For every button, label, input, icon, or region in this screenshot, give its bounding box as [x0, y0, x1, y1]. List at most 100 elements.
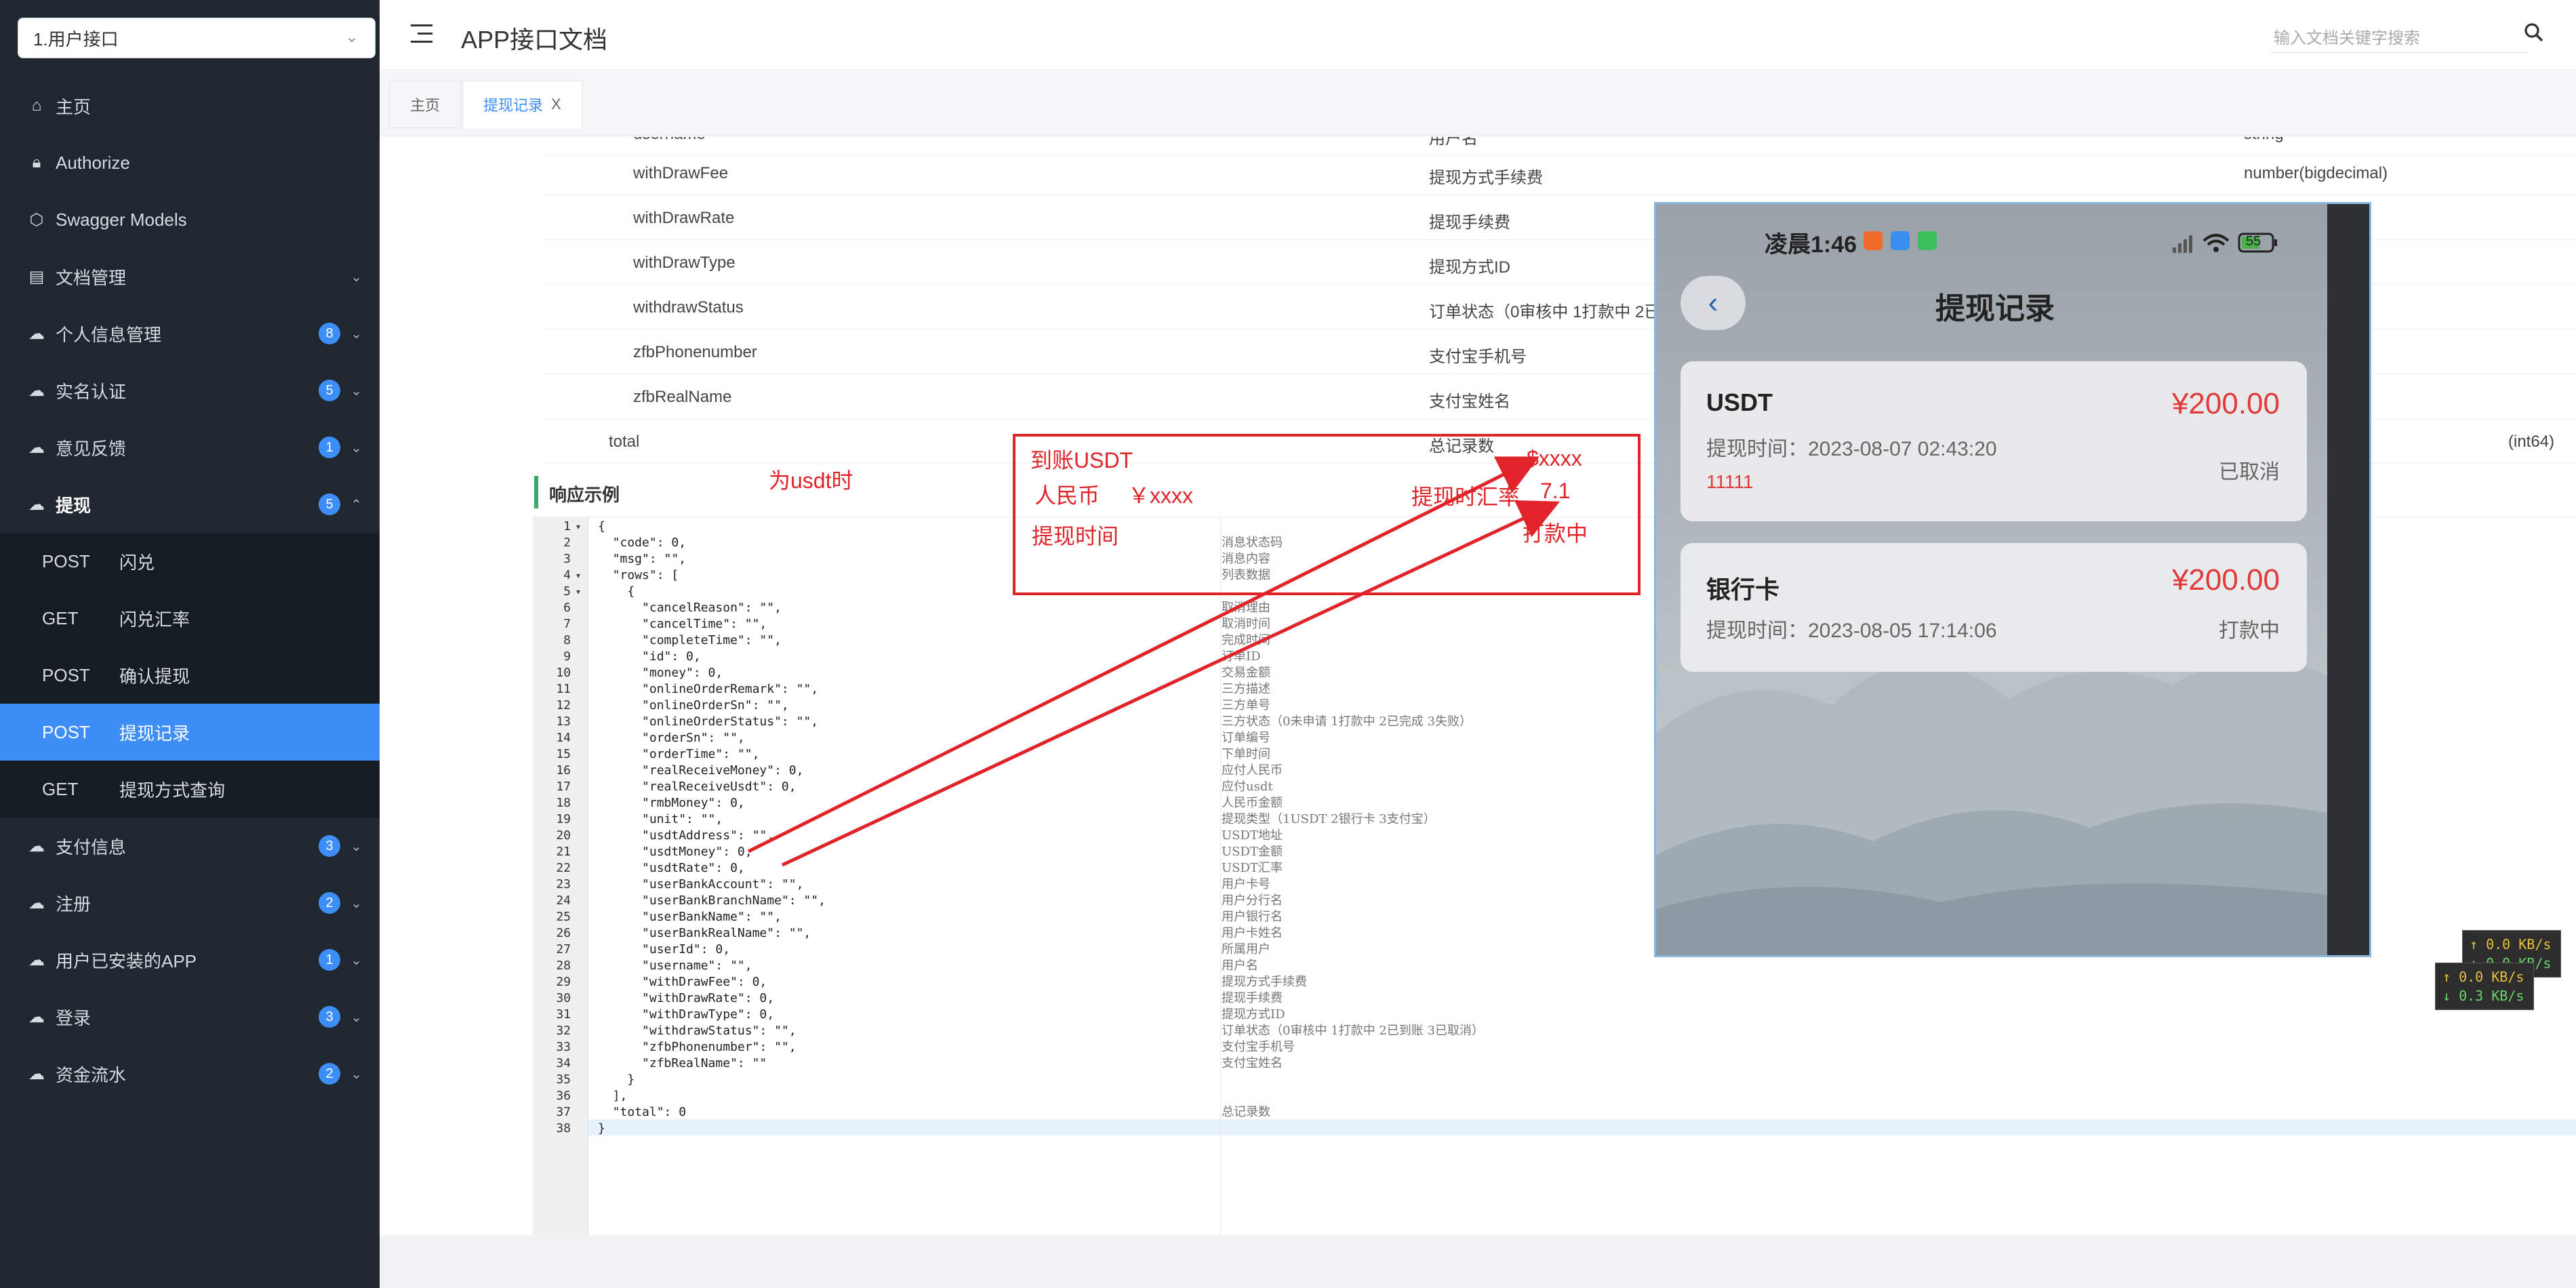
code-line: "withdrawStatus": "",	[598, 1024, 797, 1038]
code-comment: 三方单号	[1222, 698, 1270, 712]
record-type: 银行卡	[1706, 576, 1780, 603]
menu-toggle-icon[interactable]	[411, 24, 432, 43]
fold-toggle-icon[interactable]: ▾	[576, 567, 584, 584]
sidebar-item-withdraw[interactable]: ☁ 提现 5 ⌃	[0, 476, 380, 533]
param-name: withDrawType	[633, 254, 736, 272]
sidebar-item-swagger-models[interactable]: ⬡ Swagger Models	[0, 191, 380, 248]
code-comment: 提现方式ID	[1222, 1007, 1285, 1022]
annotation-text: ￥xxxx	[1128, 483, 1194, 508]
param-desc: 提现方式手续费	[1429, 169, 1543, 187]
annotation-text: 人民币	[1034, 483, 1100, 508]
sidebar-item-feedback[interactable]: ☁ 意见反馈 1 ⌄	[0, 419, 380, 476]
search-icon[interactable]	[2522, 20, 2546, 45]
code-line: "userBankName": "",	[598, 910, 782, 924]
sidebar-item-profile[interactable]: ☁ 个人信息管理 8 ⌄	[0, 305, 380, 362]
line-number: 34	[556, 1056, 571, 1070]
http-method: POST	[42, 664, 90, 685]
cube-icon: ⬡	[29, 210, 44, 229]
sidebar-subitem-withdraw-records[interactable]: POST 提现记录	[0, 704, 380, 761]
code-comment: 提现方式手续费	[1222, 975, 1307, 989]
line-number: 20	[556, 828, 571, 843]
chevron-down-icon: ⌄	[350, 1066, 362, 1082]
param-name: zfbPhonenumber	[633, 343, 757, 361]
group-select-value: 1.用户接口	[33, 28, 119, 49]
sidebar-item-authorize[interactable]: 🔒︎ Authorize	[0, 134, 380, 191]
close-icon[interactable]: X	[551, 96, 561, 113]
code-line: "code": 0,	[598, 536, 687, 550]
param-type: (int64)	[2508, 432, 2555, 451]
code-line: "withDrawRate": 0,	[598, 991, 775, 1005]
sidebar-subitem-withdraw-methods[interactable]: GET 提现方式查询	[0, 761, 380, 818]
sidebar-subitem-flash-rate[interactable]: GET 闪兑汇率	[0, 590, 380, 647]
line-number: 26	[556, 926, 571, 940]
record-status: 打款中	[2219, 620, 2280, 642]
line-number: 14	[556, 731, 571, 745]
code-line: "completeTime": "",	[598, 633, 782, 647]
sidebar-item-payment-info[interactable]: ☁ 支付信息 3 ⌄	[0, 818, 380, 874]
group-select[interactable]: 1.用户接口 ⌄	[18, 18, 376, 58]
code-line: "orderTime": "",	[598, 747, 760, 761]
code-comment: USDT地址	[1222, 828, 1283, 843]
sidebar-item-label: 主页	[56, 96, 92, 117]
code-line: "rmbMoney": 0,	[598, 796, 745, 810]
upload-speed: ↑ 0.0 KB/s	[2442, 969, 2524, 985]
comment-divider	[1220, 517, 1221, 1235]
sidebar-item-register[interactable]: ☁ 注册 2 ⌄	[0, 874, 380, 931]
code-line: "withDrawFee": 0,	[598, 975, 767, 989]
code-line: "username": "",	[598, 959, 752, 973]
download-speed: ↓ 0.3 KB/s	[2442, 988, 2524, 1004]
cloud-icon: ☁	[28, 1064, 45, 1083]
sidebar-item-installed-apps[interactable]: ☁ 用户已安装的APP 1 ⌄	[0, 931, 380, 988]
record-amount: ¥200.00	[2171, 387, 2280, 420]
cloud-icon: ☁	[28, 893, 45, 912]
sidebar: 1.用户接口 ⌄ ⌂ 主页 🔒︎ Authorize ⬡ Swagger Mod…	[0, 0, 380, 1288]
chevron-down-icon: ⌄	[350, 383, 362, 399]
code-line: "onlineOrderRemark": "",	[598, 682, 819, 696]
param-type: number(bigdecimal)	[2244, 164, 2388, 182]
http-method: POST	[42, 721, 90, 742]
line-number: 6	[563, 601, 571, 615]
code-line: "zfbRealName": ""	[598, 1056, 767, 1070]
code-comment: 支付宝手机号	[1222, 1040, 1295, 1054]
code-line: "id": 0,	[598, 649, 701, 664]
param-desc: 用户名	[1429, 137, 1478, 148]
sidebar-subitem-flash-exchange[interactable]: POST 闪兑	[0, 533, 380, 590]
search-input[interactable]: 输入文档关键字搜索	[2271, 18, 2529, 53]
signal-wifi-battery-icon	[2173, 233, 2277, 253]
sidebar-item-login[interactable]: ☁ 登录 3 ⌄	[0, 988, 380, 1045]
line-number: 30	[556, 991, 571, 1005]
code-comment: 所属用户	[1222, 942, 1270, 957]
sidebar-item-label: 实名认证	[56, 381, 127, 402]
tab-withdraw-records[interactable]: 提现记录 X	[462, 81, 582, 128]
fold-toggle-icon[interactable]: ▾	[576, 584, 584, 600]
sidebar-item-doc-manage[interactable]: ▤ 文档管理 ⌄	[0, 248, 380, 305]
withdraw-record-card[interactable]: 银行卡 ¥200.00 提现时间：2023-08-05 17:14:06 打款中	[1681, 543, 2307, 672]
sidebar-item-fund-flow[interactable]: ☁ 资金流水 2 ⌄	[0, 1045, 380, 1102]
line-number: 22	[556, 861, 571, 875]
chevron-down-icon: ⌄	[350, 839, 362, 854]
count-badge: 3	[319, 835, 340, 857]
line-number: 36	[556, 1089, 571, 1103]
code-line: "userBankRealName": "",	[598, 926, 811, 940]
code-comment: 支付宝姓名	[1222, 1056, 1283, 1070]
chevron-down-icon: ⌄	[350, 440, 362, 456]
line-number: 3	[563, 552, 571, 566]
tab-home[interactable]: 主页	[389, 81, 462, 128]
sidebar-item-label: 提现	[56, 495, 92, 516]
code-line: "withDrawType": 0,	[598, 1007, 775, 1022]
http-method: GET	[42, 607, 79, 628]
sidebar-item-realname[interactable]: ☁ 实名认证 5 ⌄	[0, 362, 380, 419]
code-comment: 提现类型（1USDT 2银行卡 3支付宝）	[1222, 812, 1436, 826]
record-time: 提现时间：2023-08-05 17:14:06	[1706, 620, 1997, 642]
sidebar-item-home[interactable]: ⌂ 主页	[0, 77, 380, 134]
sidebar-subitem-confirm-withdraw[interactable]: POST 确认提现	[0, 647, 380, 704]
withdraw-record-card[interactable]: USDT ¥200.00 提现时间：2023-08-07 02:43:20 已取…	[1681, 361, 2307, 521]
sidebar-item-label: 个人信息管理	[56, 324, 162, 345]
app-notification-icon	[1891, 231, 1910, 250]
line-number: 19	[556, 812, 571, 826]
param-desc: 支付宝姓名	[1429, 393, 1510, 411]
fold-toggle-icon[interactable]: ▾	[576, 519, 584, 535]
sidebar-item-label: 注册	[56, 893, 92, 914]
code-line: "realReceiveUsdt": 0,	[598, 780, 797, 794]
param-name: withDrawRate	[633, 209, 735, 227]
